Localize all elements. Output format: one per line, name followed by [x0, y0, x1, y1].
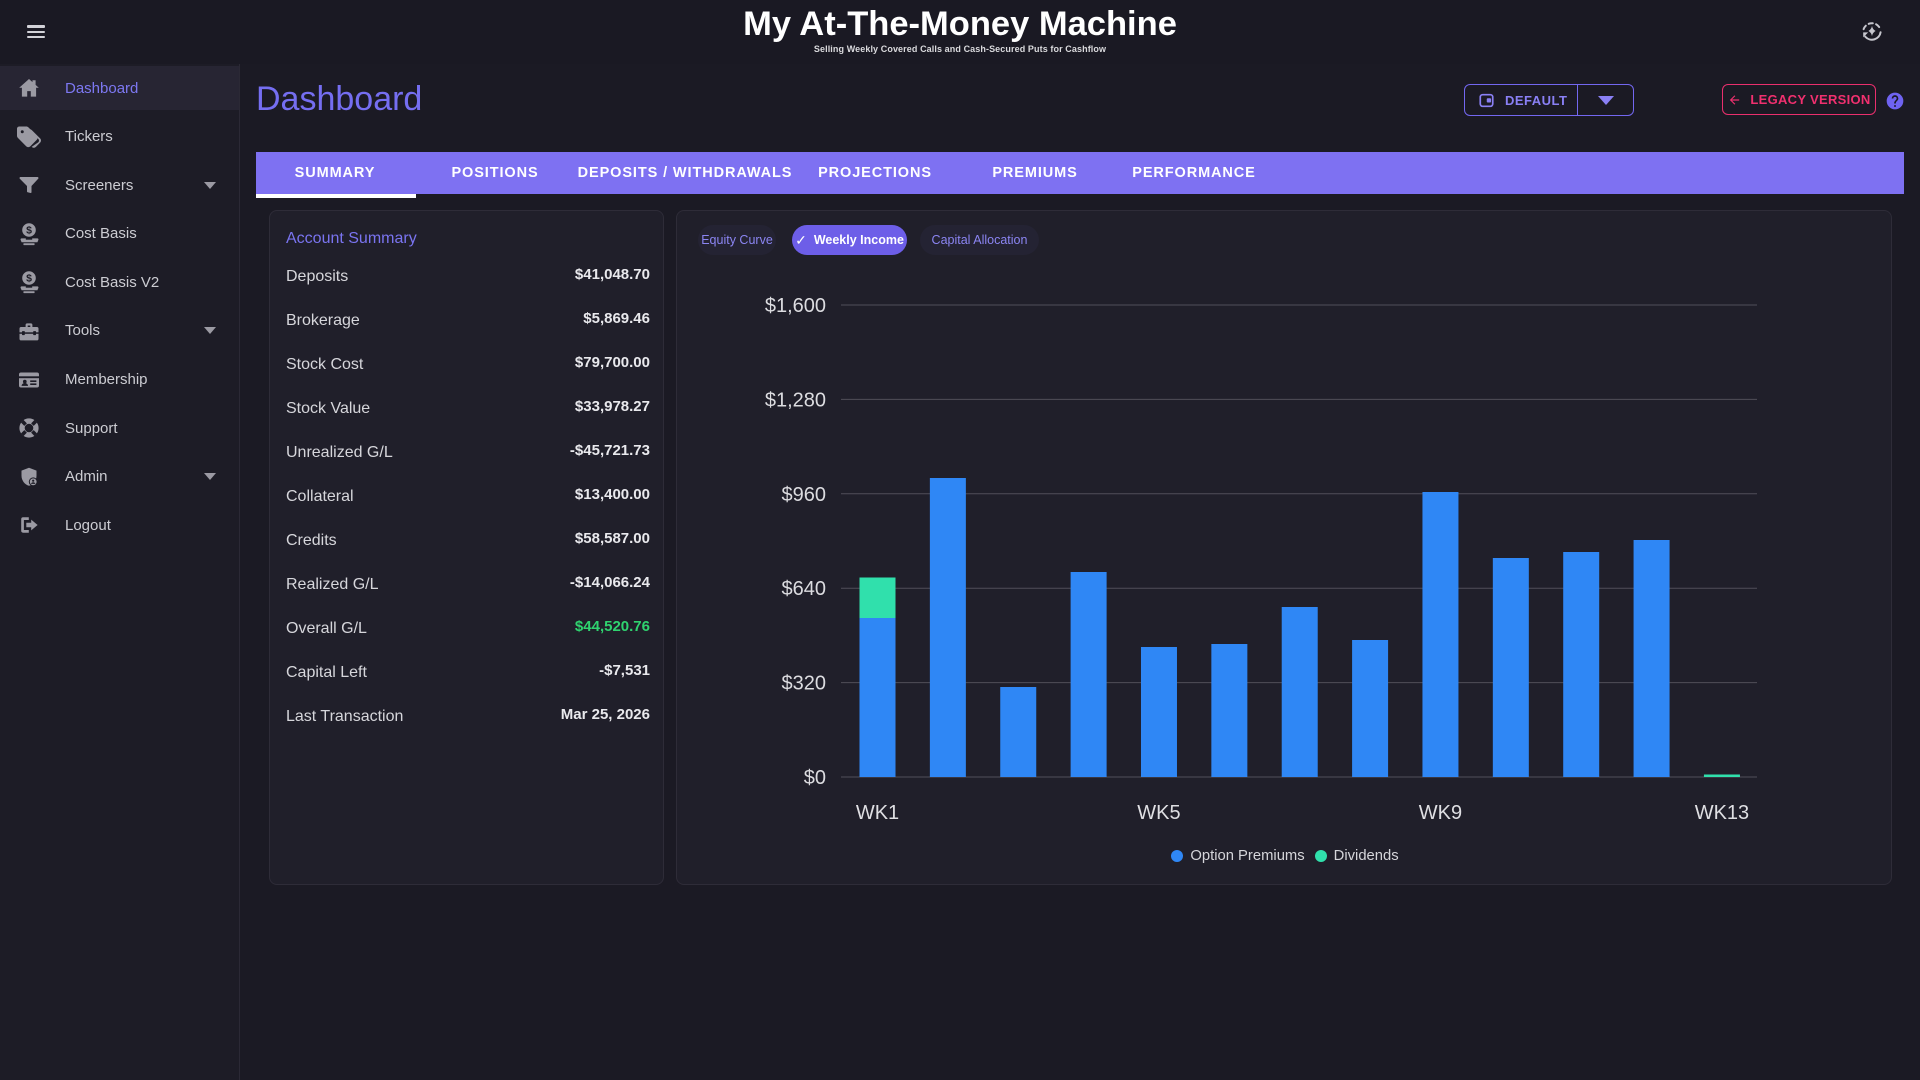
svg-text:WK9: WK9: [1419, 802, 1462, 824]
svg-text:WK5: WK5: [1137, 802, 1180, 824]
svg-text:$640: $640: [782, 578, 827, 600]
svg-text:WK13: WK13: [1695, 802, 1749, 824]
svg-text:$320: $320: [782, 673, 827, 695]
svg-text:$: $: [26, 273, 32, 285]
svg-text:WK1: WK1: [856, 802, 899, 824]
svg-text:$0: $0: [804, 767, 826, 789]
svg-text:$1,600: $1,600: [765, 295, 826, 317]
svg-text:$960: $960: [782, 484, 827, 506]
svg-text:$: $: [26, 224, 32, 236]
svg-text:$1,280: $1,280: [765, 389, 826, 411]
